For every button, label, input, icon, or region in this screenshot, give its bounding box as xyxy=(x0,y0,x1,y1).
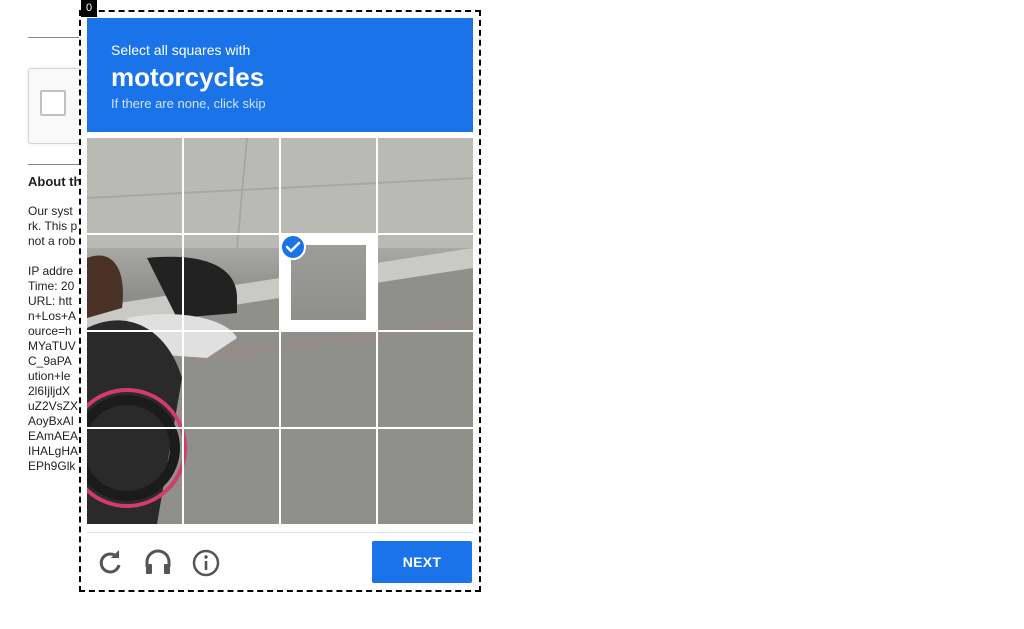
grid-tile[interactable] xyxy=(378,138,473,233)
grid-tile[interactable] xyxy=(378,332,473,427)
grid-tile[interactable] xyxy=(87,235,182,330)
grid-tile-selected[interactable] xyxy=(280,234,376,330)
grid-tile[interactable] xyxy=(281,138,376,233)
grid-tile[interactable] xyxy=(87,138,182,233)
challenge-header: Select all squares with motorcycles If t… xyxy=(87,18,473,132)
next-button[interactable]: NEXT xyxy=(372,541,472,583)
grid-tile[interactable] xyxy=(87,429,182,524)
reload-icon[interactable] xyxy=(95,548,125,578)
element-index-badge: 0 xyxy=(81,0,97,17)
grid-tile[interactable] xyxy=(281,332,376,427)
grid-tile[interactable] xyxy=(87,332,182,427)
grid-tile[interactable] xyxy=(184,235,279,330)
instruction-sub: If there are none, click skip xyxy=(111,96,266,111)
recaptcha-checkbox[interactable] xyxy=(40,90,66,116)
grid-tile[interactable] xyxy=(378,429,473,524)
instruction-target: motorcycles xyxy=(111,62,265,92)
grid-tile[interactable] xyxy=(378,235,473,330)
footer-divider xyxy=(87,532,473,533)
grid-tile[interactable] xyxy=(184,138,279,233)
checkmark-icon xyxy=(280,234,306,260)
instruction-prefix: Select all squares with xyxy=(111,42,251,58)
grid-tile[interactable] xyxy=(184,332,279,427)
grid-tile[interactable] xyxy=(184,429,279,524)
image-grid xyxy=(87,138,473,524)
info-icon[interactable] xyxy=(191,548,221,578)
headphones-icon[interactable] xyxy=(143,547,173,577)
grid-tile[interactable] xyxy=(281,429,376,524)
